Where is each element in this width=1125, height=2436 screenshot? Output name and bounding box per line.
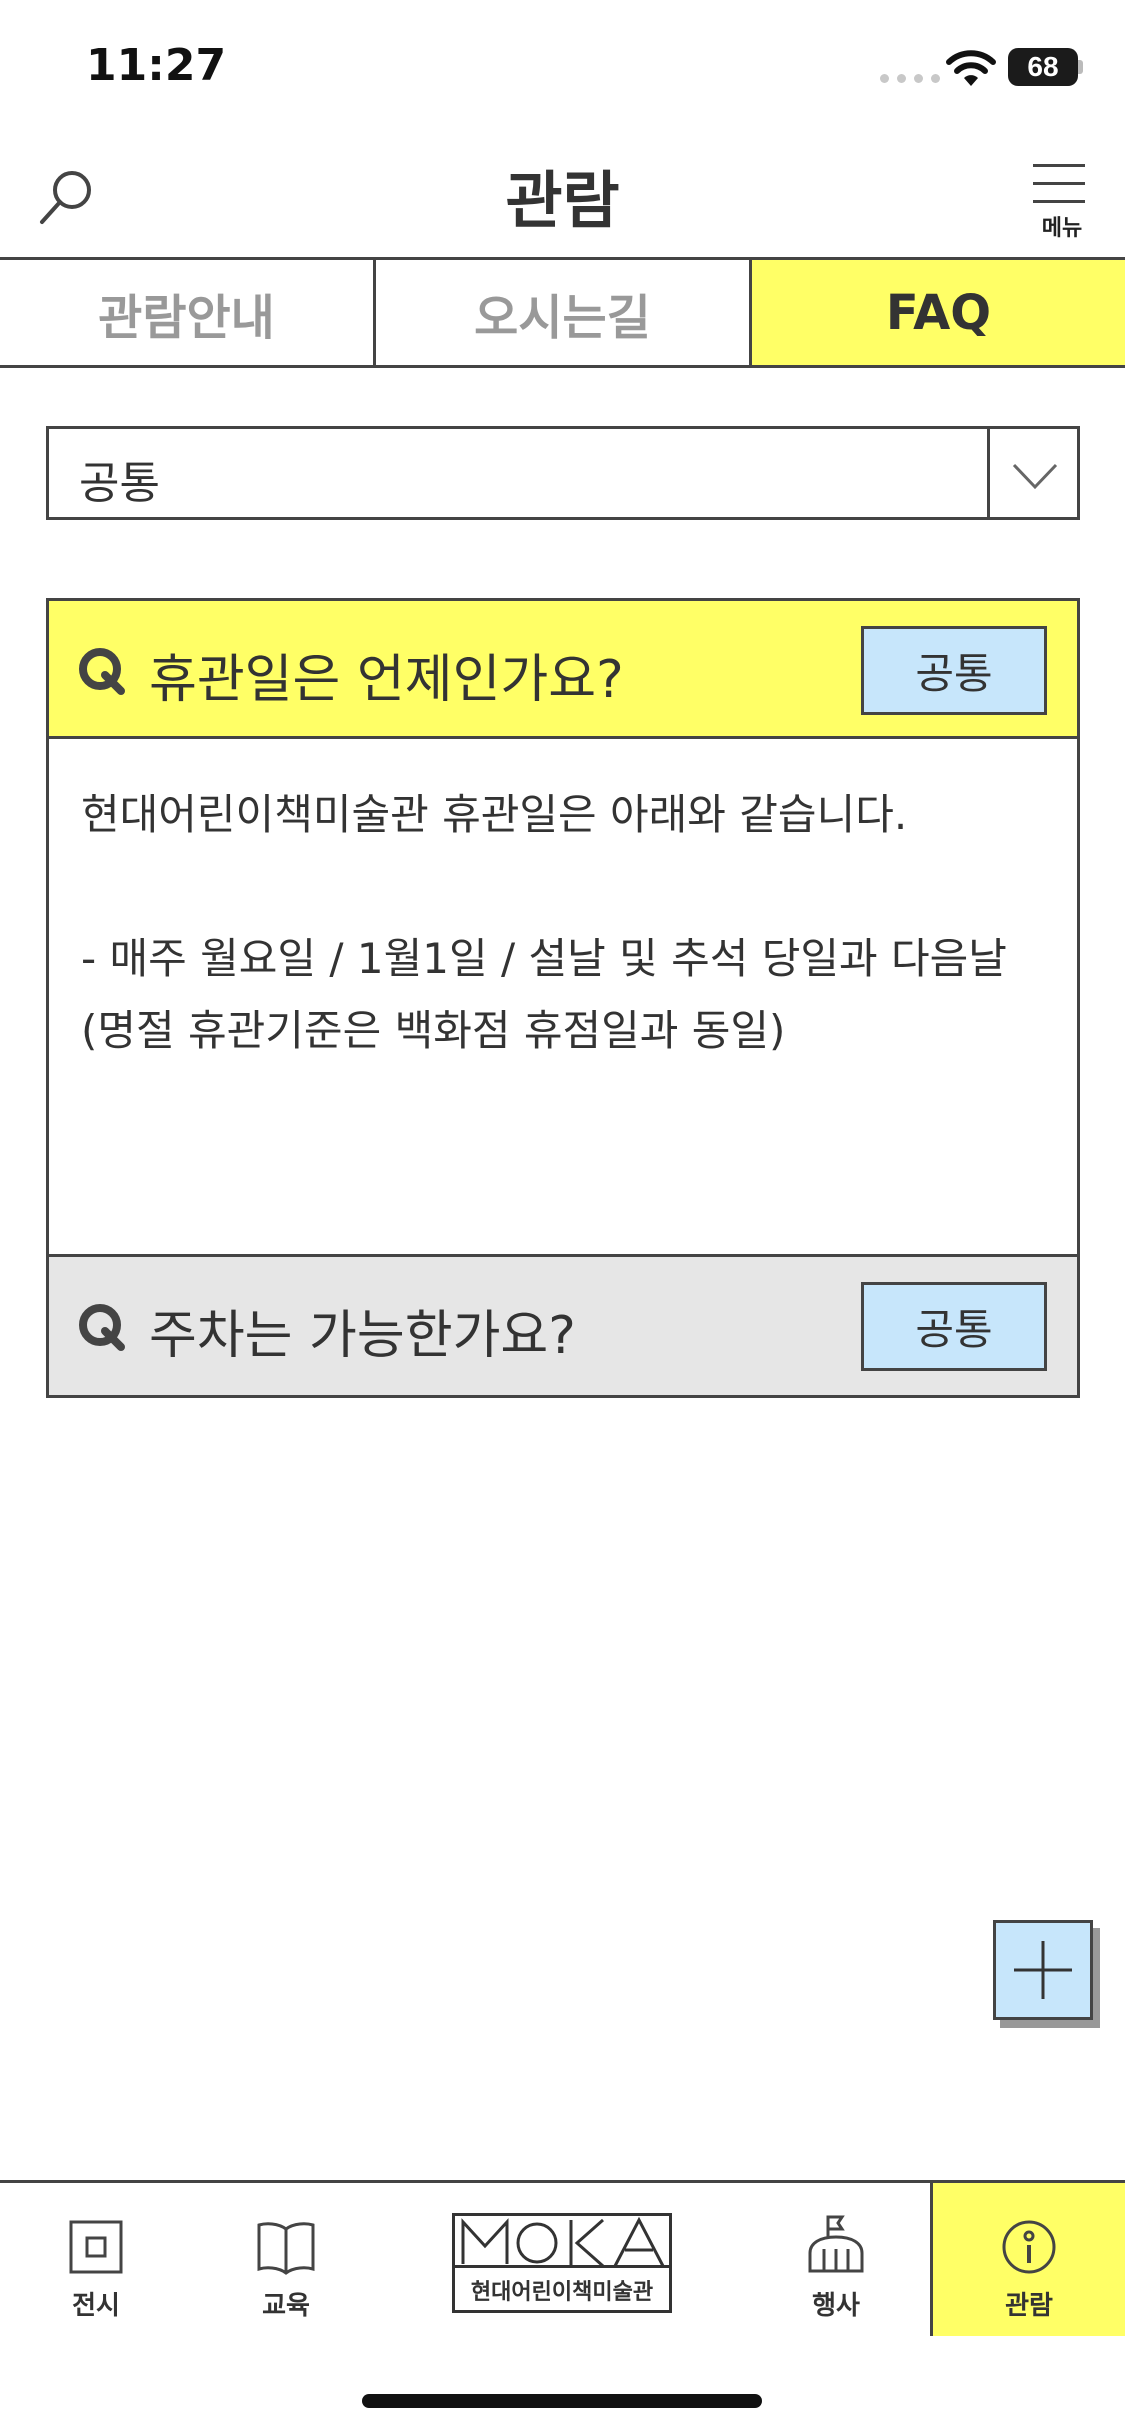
moka-logo-icon: [461, 2216, 665, 2268]
building-flag-icon: [808, 2215, 864, 2273]
nav-label: 행사: [812, 2291, 860, 2321]
book-icon: [257, 2222, 315, 2275]
logo-mark: [455, 2216, 669, 2268]
q-icon: [79, 1304, 125, 1351]
logo-text: 현대어린이책미술관: [470, 2280, 654, 2305]
tab-bar: 관람안내 오시는길 FAQ: [0, 260, 1125, 368]
nav-label: 관람: [1005, 2291, 1053, 2321]
plus-icon: [1014, 1941, 1072, 1999]
wifi-icon: [946, 50, 996, 86]
moka-logo[interactable]: 현대어린이책미술관: [452, 2213, 672, 2313]
tab-directions[interactable]: 오시는길: [376, 260, 752, 365]
bottom-nav: 전시 교육 현대어린이책미술관 행사 관람: [0, 2180, 1125, 2336]
menu-button[interactable]: 메뉴: [1030, 162, 1090, 244]
category-badge: 공통: [861, 1282, 1047, 1371]
category-select-toggle[interactable]: [987, 429, 1077, 517]
nav-item-education[interactable]: 교육: [216, 2183, 356, 2336]
status-bar: 11:27 68: [0, 0, 1125, 140]
battery-tip: [1078, 60, 1083, 74]
add-button[interactable]: [993, 1920, 1093, 2020]
cellular-signal-icon: [880, 74, 940, 83]
info-icon: [1002, 2220, 1056, 2274]
nav-label: 전시: [72, 2291, 120, 2321]
hamburger-icon: [1033, 164, 1085, 167]
nav-item-visit[interactable]: 관람: [930, 2183, 1125, 2336]
tab-faq[interactable]: FAQ: [752, 260, 1125, 365]
faq-question: 주차는 가능한가요?: [149, 1306, 576, 1366]
app-header: 관람 메뉴: [0, 140, 1125, 260]
category-select-value: 공통: [79, 458, 160, 509]
menu-label: 메뉴: [1041, 216, 1083, 241]
tab-visit-info[interactable]: 관람안내: [0, 260, 376, 365]
faq-question: 휴관일은 언제인가요?: [149, 650, 624, 710]
battery-level: 68: [1027, 51, 1059, 82]
q-icon: [79, 648, 125, 695]
nav-item-events[interactable]: 행사: [766, 2183, 906, 2336]
faq-question-row[interactable]: 주차는 가능한가요? 공통: [49, 1257, 1077, 1395]
faq-answer-text: 현대어린이책미술관 휴관일은 아래와 같습니다. - 매주 월요일 / 1월1일…: [81, 790, 1007, 1055]
nav-item-exhibition[interactable]: 전시: [26, 2183, 166, 2336]
square-icon: [69, 2220, 123, 2274]
home-indicator[interactable]: [362, 2394, 762, 2408]
faq-question-row[interactable]: 휴관일은 언제인가요? 공통: [49, 601, 1077, 739]
status-time: 11:27: [86, 40, 227, 91]
faq-list: 휴관일은 언제인가요? 공통 현대어린이책미술관 휴관일은 아래와 같습니다. …: [46, 598, 1080, 1398]
category-select[interactable]: 공통: [46, 426, 1080, 520]
page-title: 관람: [505, 164, 620, 237]
battery-icon: 68: [1008, 48, 1078, 86]
category-badge: 공통: [861, 626, 1047, 715]
chevron-down-icon: [1012, 463, 1058, 490]
nav-label: 교육: [262, 2291, 310, 2321]
faq-answer: 현대어린이책미술관 휴관일은 아래와 같습니다. - 매주 월요일 / 1월1일…: [49, 739, 1077, 1257]
